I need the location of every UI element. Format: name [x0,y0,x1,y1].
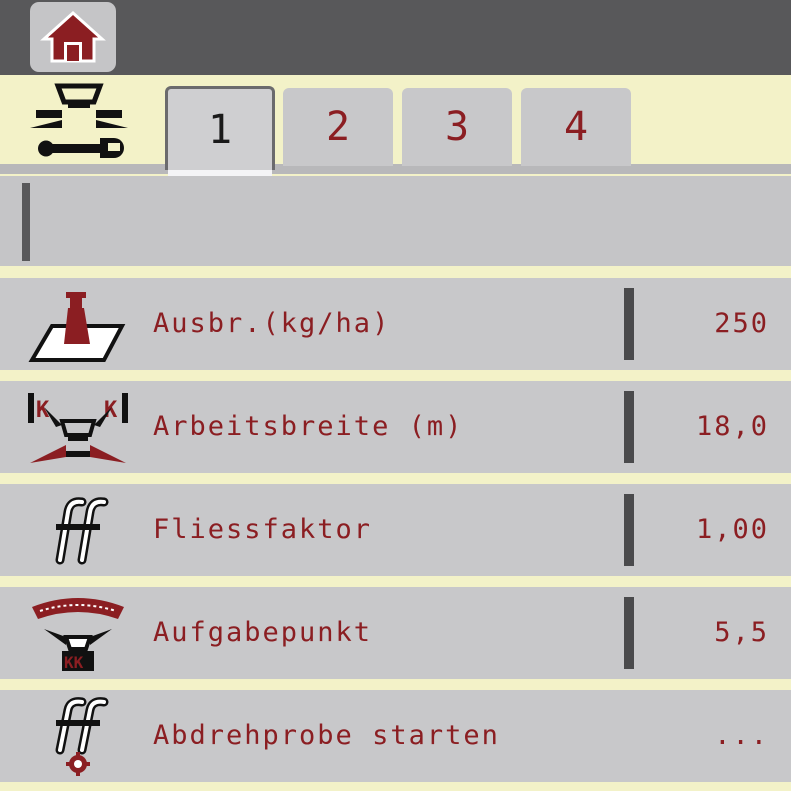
row-divider [624,288,634,360]
flow-factor-icon [55,497,109,565]
row-label: Fliessfaktor [153,514,373,545]
row-label: Ausbr.(kg/ha) [153,308,391,339]
calibration-test-icon [55,697,109,776]
row-value: 5,5 [714,617,769,648]
row-label: Arbeitsbreite (m) [153,411,464,442]
home-button[interactable] [30,2,116,72]
row-label: Abdrehprobe starten [153,720,500,751]
svg-text:K: K [104,398,118,423]
tab-4[interactable]: 4 [521,88,631,166]
list-item-application-rate[interactable]: Ausbr.(kg/ha) 250 [0,278,791,370]
row-value: 18,0 [695,411,769,442]
list-item-start-calibration-test[interactable]: Abdrehprobe starten ... [0,690,791,782]
row-value: ... [714,720,769,751]
row-divider [624,494,634,566]
tab-2[interactable]: 2 [283,88,393,166]
tab-1[interactable]: 1 [165,86,275,176]
row-value: 250 [714,308,769,339]
row-divider [624,391,634,463]
svg-text:KK: KK [64,653,84,672]
row-label: Aufgabepunkt [153,617,373,648]
tab-3[interactable]: 3 [402,88,512,166]
weight-on-field-icon [28,292,126,362]
row-divider [624,597,634,669]
spreader-wrench-icon [30,83,128,158]
working-width-icon: K K [28,393,128,463]
row-value: 1,00 [695,514,769,545]
list-item-flow-factor[interactable]: Fliessfaktor 1,00 [0,484,791,576]
top-bar [0,0,791,75]
drop-point-icon: KK [32,598,124,672]
header-strip [0,176,791,266]
list-item-working-width[interactable]: K K Arbeitsbreite (m) 18,0 [0,381,791,473]
svg-text:K: K [36,398,50,423]
home-icon [40,10,106,63]
header-marker [22,183,30,261]
list-item-drop-point[interactable]: KK Aufgabepunkt 5,5 [0,587,791,679]
